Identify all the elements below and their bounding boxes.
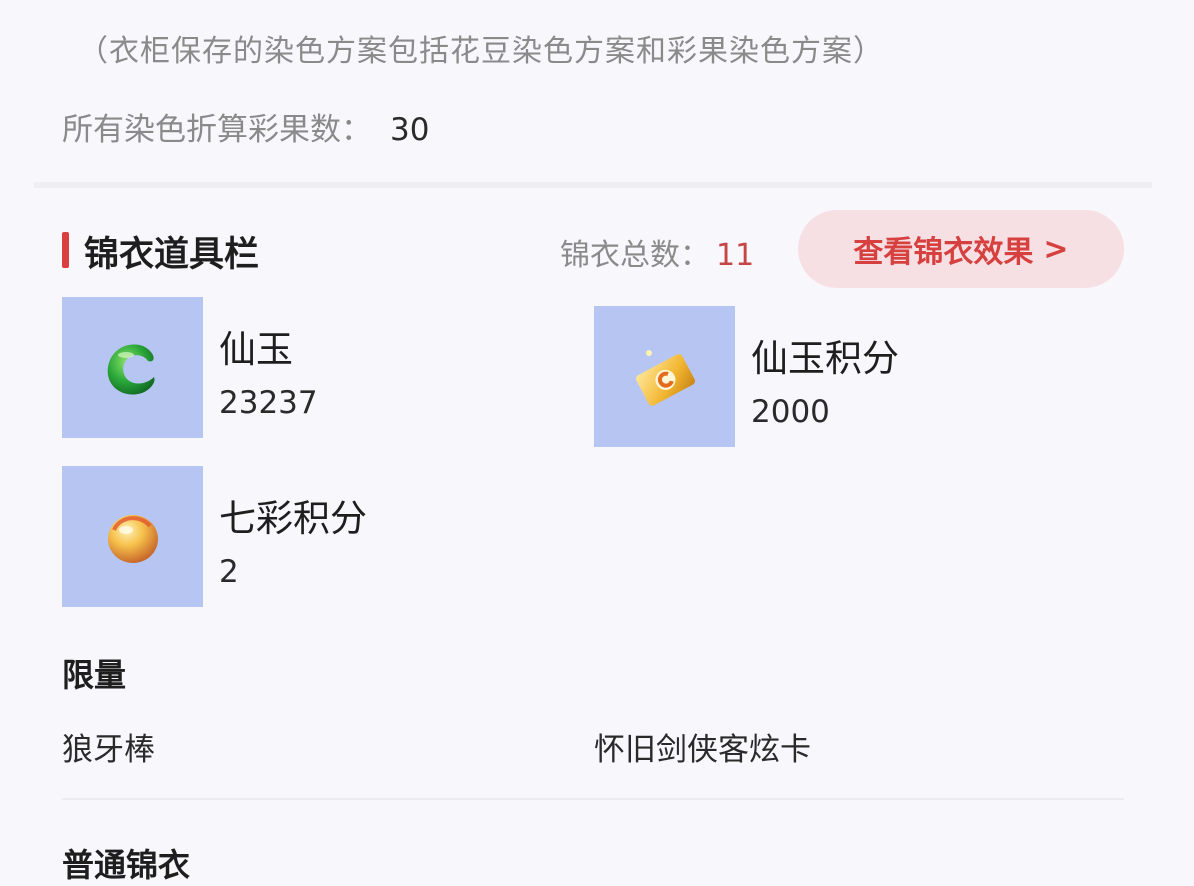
item-count: 2: [219, 554, 239, 590]
item-name: 仙玉积分: [751, 337, 899, 380]
section-title: 锦衣道具栏: [84, 235, 260, 275]
item-count: 2000: [751, 394, 830, 430]
limited-entry[interactable]: 怀旧剑侠客炫卡: [594, 724, 811, 769]
limited-entry[interactable]: 狼牙棒: [62, 724, 155, 769]
view-effect-button[interactable]: 查看锦衣效果 >: [798, 210, 1124, 288]
wardrobe-total-label: 锦衣总数：: [560, 238, 710, 273]
item-card[interactable]: 七彩积分 2: [62, 466, 462, 607]
item-name: 七彩积分: [219, 497, 367, 540]
normal-title: 普通锦衣: [62, 846, 191, 884]
dye-total-label: 所有染色折算彩果数：: [62, 112, 372, 148]
green-jade-icon: [107, 343, 154, 395]
view-effect-label: 查看锦衣效果: [853, 235, 1034, 270]
dye-total-row: 所有染色折算彩果数： 30: [62, 104, 429, 149]
limited-title: 限量: [62, 656, 127, 694]
orange-orb-icon: [107, 514, 158, 563]
item-card[interactable]: 仙玉积分 2000: [594, 306, 994, 447]
gold-coupon-icon: [635, 349, 695, 406]
dye-total-value: 30: [390, 112, 430, 148]
list-divider: [62, 798, 1124, 800]
section-divider: [34, 182, 1152, 188]
wardrobe-total-count: 锦衣总数： 11: [560, 230, 754, 274]
wardrobe-total-value: 11: [716, 238, 755, 273]
item-thumbnail: [62, 297, 203, 438]
section-accent-bar: [62, 232, 69, 268]
item-card[interactable]: 仙玉 23237: [62, 297, 462, 438]
dye-scheme-note: （衣柜保存的染色方案包括花豆染色方案和彩果染色方案）: [78, 34, 884, 69]
item-thumbnail: [594, 306, 735, 447]
item-name: 仙玉: [219, 328, 293, 371]
item-thumbnail: [62, 466, 203, 607]
chevron-right-icon: >: [1043, 231, 1069, 267]
wardrobe-page: （衣柜保存的染色方案包括花豆染色方案和彩果染色方案） 所有染色折算彩果数： 30 …: [0, 0, 1194, 886]
item-count: 23237: [219, 385, 318, 421]
